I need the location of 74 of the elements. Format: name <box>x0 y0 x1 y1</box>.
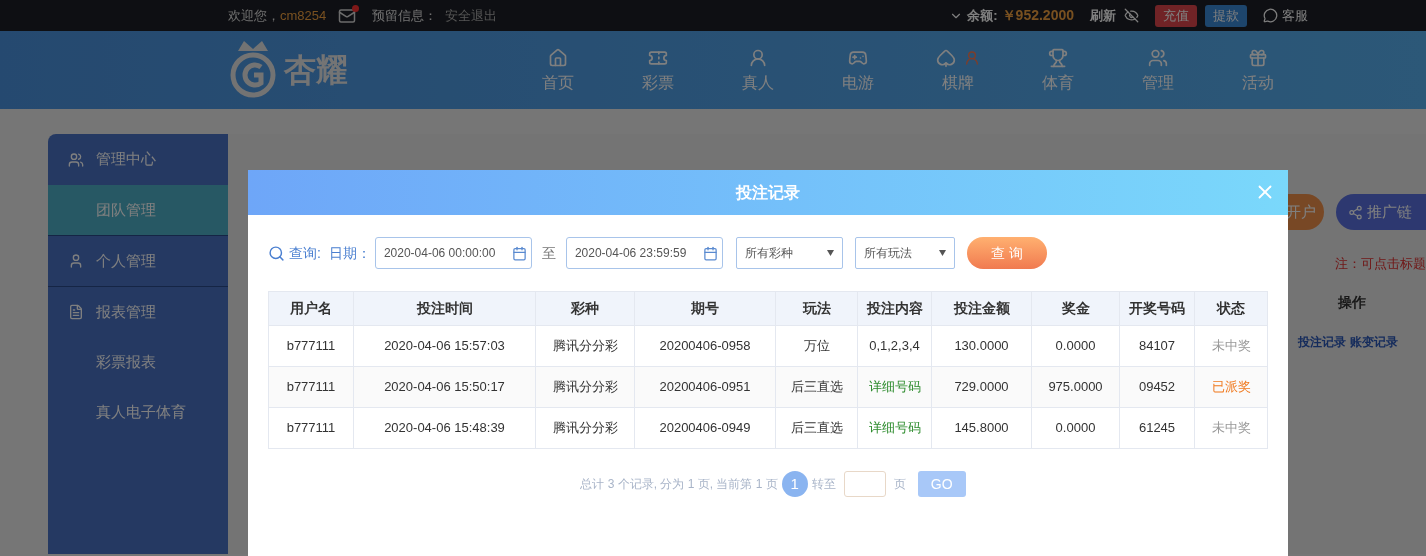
page-unit: 页 <box>893 476 906 493</box>
date-from-field[interactable]: 2020-04-06 00:00:00 <box>374 237 532 269</box>
nav-item[interactable]: 活动 <box>1208 31 1308 109</box>
page-input[interactable] <box>843 471 886 497</box>
gift-icon <box>1248 48 1268 68</box>
to-label: 至 <box>541 243 556 263</box>
file-icon <box>68 304 84 320</box>
sidebar-item[interactable]: 彩票报表 <box>48 337 228 387</box>
calendar-icon[interactable] <box>511 245 527 261</box>
date-label: 日期： <box>328 243 371 263</box>
table-cell: 145.8000 <box>932 408 1032 449</box>
avatar-badge-icon <box>964 50 980 66</box>
detail-link[interactable]: 详细号码 <box>858 408 932 449</box>
promo-link-button[interactable]: 推广链 <box>1336 194 1426 230</box>
withdraw-button[interactable]: 提款 <box>1205 4 1247 27</box>
nav-item[interactable]: 体育 <box>1008 31 1108 109</box>
caret-icon <box>826 250 834 256</box>
service-link[interactable]: 客服 <box>1282 5 1308 26</box>
person-icon <box>748 48 768 68</box>
note-text: 注：可点击标题 <box>1335 255 1426 273</box>
pagination-summary: 总计 3 个记录, 分为 1 页, 当前第 1 页 <box>580 476 778 493</box>
logo-text[interactable]: 杏耀 <box>280 50 352 90</box>
nav-item[interactable]: 管理 <box>1108 31 1208 109</box>
chat-icon[interactable] <box>1263 8 1278 23</box>
nav-item[interactable]: 电游 <box>808 31 908 109</box>
status-cell: 未中奖 <box>1195 408 1268 449</box>
play-select[interactable]: 所有玩法 <box>854 237 955 269</box>
reserved-info-label: 预留信息： <box>372 6 438 25</box>
nav-item[interactable]: 彩票 <box>608 31 708 109</box>
sidebar-item[interactable]: 团队管理 <box>48 185 228 235</box>
nav-item[interactable]: 棋牌 <box>908 31 1008 109</box>
user-icon <box>68 253 84 269</box>
spade-icon <box>936 48 956 68</box>
goto-label: 转至 <box>811 476 836 493</box>
record-link[interactable]: 投注记录 <box>1298 332 1346 351</box>
caret-icon <box>938 250 946 256</box>
logout-link[interactable]: 安全退出 <box>445 5 498 26</box>
trophy-icon <box>1048 48 1068 68</box>
search-icon <box>268 244 285 262</box>
table-cell: b777111 <box>269 408 354 449</box>
house-icon <box>548 48 568 68</box>
eye-off-icon[interactable] <box>1124 8 1139 23</box>
nav-item[interactable]: 首页 <box>508 31 608 109</box>
username[interactable]: cm8254 <box>280 5 327 26</box>
nav-item[interactable]: 真人 <box>708 31 808 109</box>
deposit-button[interactable]: 充值 <box>1155 4 1197 27</box>
users-icon <box>1148 48 1168 68</box>
welcome-text: 欢迎您， <box>228 6 280 25</box>
balance-label: 余额: <box>967 6 998 25</box>
table-cell: 61245 <box>1120 408 1195 449</box>
users-icon <box>68 151 84 168</box>
share-icon <box>1348 204 1363 220</box>
refresh-link[interactable]: 刷新 <box>1090 5 1116 26</box>
table-cell: 0.0000 <box>1032 408 1120 449</box>
date-to-field[interactable]: 2020-04-06 23:59:59 <box>565 237 723 269</box>
lottery-select[interactable]: 所有彩种 <box>735 237 843 269</box>
query-button[interactable]: 查 询 <box>966 237 1047 269</box>
mail-icon[interactable] <box>338 6 357 25</box>
go-button[interactable]: GO <box>917 471 966 497</box>
page-number[interactable]: 1 <box>781 471 808 497</box>
sidebar-item[interactable]: 真人电子体育 <box>48 387 228 437</box>
table-cell: 20200406-0949 <box>635 408 776 449</box>
ticket-icon <box>648 48 668 68</box>
column-header: 操作 <box>1338 292 1366 312</box>
query-label: 查询: <box>289 243 321 263</box>
table-cell: 腾讯分分彩 <box>536 408 635 449</box>
table-cell: 后三直选 <box>776 408 858 449</box>
gamepad-icon <box>848 48 868 68</box>
calendar-icon[interactable] <box>702 245 718 261</box>
record-link[interactable]: 账变记录 <box>1350 332 1398 351</box>
sidebar-section[interactable]: 管理中心 <box>48 134 228 185</box>
balance-amount: ￥952.2000 <box>1001 6 1074 25</box>
modal-title: 投注记录 <box>736 182 800 203</box>
table-cell: 2020-04-06 15:48:39 <box>354 408 536 449</box>
